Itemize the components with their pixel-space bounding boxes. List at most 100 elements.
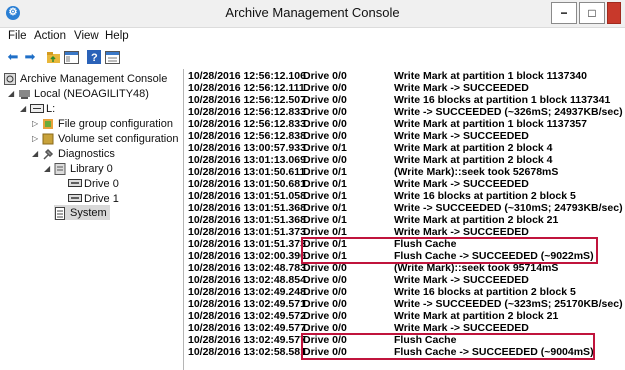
window-title: Archive Management Console	[225, 5, 400, 20]
menu-view[interactable]: View	[74, 30, 99, 42]
log-message: Write Mark -> SUCCEEDED	[394, 274, 529, 286]
volume-set-icon	[42, 133, 55, 145]
forward-arrow-icon[interactable]: ➡	[22, 49, 38, 65]
log-drive: Drive 0/0	[303, 154, 347, 166]
tree-system[interactable]: System	[54, 205, 110, 220]
drive-icon	[68, 178, 82, 190]
log-timestamp: 10/28/2016 13:02:49.248	[188, 286, 306, 298]
help-icon[interactable]: ?	[86, 49, 102, 65]
log-message: Write Mark -> SUCCEEDED	[394, 178, 529, 190]
log-drive: Drive 0/0	[303, 298, 347, 310]
log-message: Write Mark -> SUCCEEDED	[394, 82, 529, 94]
properties-icon[interactable]	[104, 49, 120, 65]
log-timestamp: 10/28/2016 13:02:58.581	[188, 346, 306, 358]
log-drive: Drive 0/0	[303, 82, 347, 94]
expanded-arrow-icon[interactable]: ◢	[8, 89, 18, 98]
tree-drive-0-label: Drive 0	[84, 177, 119, 190]
log-drive: Drive 0/0	[303, 94, 347, 106]
log-drive: Drive 0/1	[303, 190, 347, 202]
back-arrow-icon[interactable]: ⬅	[5, 49, 21, 65]
log-timestamp: 10/28/2016 12:56:12.111	[188, 82, 305, 94]
tree-library-0[interactable]: ◢ Library 0	[44, 161, 113, 176]
expanded-arrow-icon[interactable]: ◢	[44, 164, 54, 173]
log-drive: Drive 0/1	[303, 166, 347, 178]
highlight-box-drive-0-0-flush	[301, 333, 595, 360]
log-timestamp: 10/28/2016 13:01:51.373	[188, 226, 306, 238]
menu-file[interactable]: File	[8, 30, 27, 42]
expanded-arrow-icon[interactable]: ◢	[32, 149, 42, 158]
log-message: Write Mark at partition 2 block 4	[394, 142, 553, 154]
log-message: Write 16 blocks at partition 2 block 5	[394, 190, 576, 202]
library-icon	[30, 103, 44, 115]
collapsed-arrow-icon[interactable]: ▷	[32, 134, 42, 143]
title-bar: ⚙ Archive Management Console − □	[0, 0, 625, 28]
log-timestamp: 10/28/2016 13:02:49.571	[188, 298, 306, 310]
tree-drive-0[interactable]: Drive 0	[68, 176, 119, 191]
toolbar: ⬅ ➡ ?	[0, 46, 625, 68]
log-message: Write 16 blocks at partition 2 block 5	[394, 286, 576, 298]
log-timestamp: 10/28/2016 13:01:50.681	[188, 178, 306, 190]
tree-library-0-label: Library 0	[70, 162, 113, 175]
svg-text:?: ?	[91, 52, 98, 64]
log-timestamp: 10/28/2016 13:02:49.577	[188, 322, 306, 334]
system-icon	[54, 206, 67, 220]
tree-local-label: Local (NEOAGILITY48)	[34, 87, 149, 100]
tree-root[interactable]: Archive Management Console	[4, 71, 167, 86]
log-timestamp: 10/28/2016 13:02:49.572	[188, 310, 306, 322]
tree-library[interactable]: ◢ L:	[20, 101, 55, 116]
tree-diagnostics[interactable]: ◢ Diagnostics	[32, 146, 115, 161]
diagnostics-icon	[42, 148, 55, 160]
log-message: Write Mark at partition 1 block 1137340	[394, 70, 587, 82]
log-timestamp: 10/28/2016 13:01:13.069	[188, 154, 306, 166]
console-root-icon	[4, 72, 17, 85]
log-message: Write Mark at partition 2 block 21	[394, 310, 559, 322]
log-message: Write 16 blocks at partition 1 block 113…	[394, 94, 611, 106]
window-controls: − □	[549, 2, 621, 24]
collapsed-arrow-icon[interactable]: ▷	[32, 119, 42, 128]
log-view[interactable]: 10/28/2016 12:56:12.106 Drive 0/0 Write Ma…	[186, 70, 625, 370]
log-drive: Drive 0/0	[303, 118, 347, 130]
log-message: Write -> SUCCEEDED (~323mS; 25170KB/sec)	[394, 298, 623, 310]
maximize-button[interactable]: □	[579, 2, 605, 24]
tree-volume-set[interactable]: ▷ Volume set configuration	[32, 131, 178, 146]
drive-icon	[68, 193, 82, 205]
menu-action[interactable]: Action	[34, 30, 66, 42]
log-timestamp: 10/28/2016 12:56:12.106	[188, 70, 306, 82]
log-drive: Drive 0/0	[303, 130, 347, 142]
log-drive: Drive 0/0	[303, 310, 347, 322]
log-drive: Drive 0/0	[303, 286, 347, 298]
library-drive-icon	[54, 162, 67, 175]
tree-drive-1-label: Drive 1	[84, 192, 119, 205]
log-message: Write Mark at partition 2 block 4	[394, 154, 553, 166]
close-button[interactable]	[607, 2, 621, 24]
expanded-arrow-icon[interactable]: ◢	[20, 104, 30, 113]
show-tree-icon[interactable]	[63, 49, 79, 65]
tree-local[interactable]: ◢ Local (NEOAGILITY48)	[8, 86, 149, 101]
tree-file-group-label: File group configuration	[58, 117, 173, 130]
log-drive: Drive 0/1	[303, 178, 347, 190]
menu-help[interactable]: Help	[105, 30, 129, 42]
log-timestamp: 10/28/2016 13:02:49.577	[188, 334, 306, 346]
log-message: Write Mark at partition 1 block 1137357	[394, 118, 587, 130]
tree-file-group[interactable]: ▷ File group configuration	[32, 116, 173, 131]
log-timestamp: 10/28/2016 13:01:51.368	[188, 202, 306, 214]
highlight-box-drive-0-1-flush	[301, 237, 598, 264]
log-drive: Drive 0/1	[303, 142, 347, 154]
log-timestamp: 10/28/2016 13:01:50.611	[188, 166, 306, 178]
log-timestamp: 10/28/2016 13:02:00.396	[188, 250, 306, 262]
log-message: (Write Mark)::seek took 52678mS	[394, 166, 559, 178]
tree-diagnostics-label: Diagnostics	[58, 147, 115, 160]
server-icon	[18, 88, 31, 100]
tree-library-label: L:	[46, 102, 56, 115]
log-drive: Drive 0/0	[303, 70, 347, 82]
up-folder-icon[interactable]	[45, 49, 61, 65]
log-timestamp: 10/28/2016 13:01:51.373	[188, 238, 306, 250]
console-tree: Archive Management Console ◢ Local (NEOA…	[0, 69, 184, 370]
log-message: Write Mark at partition 2 block 21	[394, 214, 559, 226]
tree-root-label: Archive Management Console	[20, 72, 168, 85]
log-timestamp: 10/28/2016 13:01:51.368	[188, 214, 306, 226]
file-group-icon	[42, 118, 55, 130]
tree-drive-1[interactable]: Drive 1	[68, 191, 119, 206]
log-timestamp: 10/28/2016 13:01:51.058	[188, 190, 306, 202]
minimize-button[interactable]: −	[551, 2, 577, 24]
